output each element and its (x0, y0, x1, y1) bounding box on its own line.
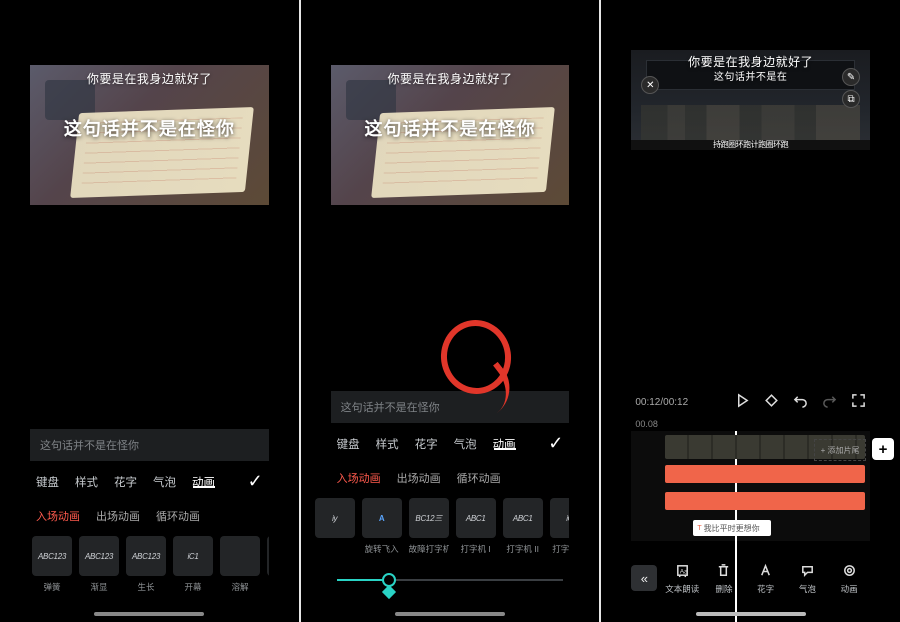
plus-icon[interactable]: + (872, 438, 894, 460)
text-input[interactable]: 这句话并不是在怪你 (30, 429, 269, 461)
caption-top: 你要是在我身边就好了 (331, 70, 570, 87)
keyframe-icon[interactable] (764, 393, 779, 411)
confirm-check-icon[interactable]: ✓ (548, 433, 563, 454)
subtab-in-anim[interactable]: 入场动画 (36, 508, 80, 524)
text-input[interactable]: 这句话并不是在怪你 (331, 391, 570, 423)
fullscreen-icon[interactable] (851, 393, 866, 411)
text-clip[interactable] (665, 465, 865, 483)
preset-item[interactable]: ABC卡拉OK (267, 536, 269, 593)
preset-list[interactable]: iy A旋转飞入 BC12三故障打字机 ABC1打字机 I ABC1打字机 II… (313, 494, 570, 559)
subtab-in-anim[interactable]: 入场动画 (337, 470, 381, 486)
tab-fancy-text[interactable]: 花字 (415, 436, 438, 452)
tab-fancy-text[interactable]: 花字 (114, 474, 137, 490)
preset-item[interactable]: 溶解 (220, 536, 260, 593)
tab-style[interactable]: 样式 (75, 474, 98, 490)
preset-item[interactable]: iy (315, 498, 355, 555)
home-indicator (696, 612, 806, 616)
video-preview[interactable]: 你要是在我身边就好了 这句话并不是在怪你 (30, 65, 269, 205)
text-clip-selected[interactable]: T 我比平时更想你 (693, 520, 771, 536)
subtab-out-anim[interactable]: 出场动画 (397, 470, 441, 486)
home-indicator (94, 612, 204, 616)
timeline[interactable]: + 添加片尾 + T 我比平时更想你 (631, 431, 870, 541)
caption-top: 你要是在我身边就好了 (30, 70, 269, 87)
duration-slider[interactable] (337, 567, 564, 597)
undo-icon[interactable] (793, 393, 808, 411)
tool-bubble[interactable]: 气泡 (787, 561, 829, 595)
preset-list[interactable]: ABC123弹簧 ABC123渐显 ABC123生长 iC1开幕 溶解 ABC卡… (30, 532, 269, 597)
marquee-strip: 持跑圈环跑计跑圈环跑 (631, 140, 870, 150)
tab-animation[interactable]: 动画 (192, 474, 215, 490)
preset-item[interactable]: ABC1打字机 I (456, 498, 496, 555)
tab-bubble[interactable]: 气泡 (454, 436, 477, 452)
preset-item[interactable]: ABC123弹簧 (32, 536, 72, 593)
add-tail-button[interactable]: + 添加片尾 (814, 439, 866, 461)
play-icon[interactable] (735, 393, 750, 411)
redo-icon[interactable] (822, 393, 837, 411)
tool-fancy-text[interactable]: 花字 (745, 561, 787, 595)
bottom-toolbar: « Aa 文本朗读 删除 花字 气泡 (631, 555, 870, 597)
preset-item[interactable]: ABC123生长 (126, 536, 166, 593)
video-preview[interactable]: 你要是在我身边就好了 这句话并不是在怪你 (331, 65, 570, 205)
subtab-out-anim[interactable]: 出场动画 (96, 508, 140, 524)
tool-read-aloud[interactable]: Aa 文本朗读 (661, 561, 703, 595)
subtab-loop-anim[interactable]: 循环动画 (156, 508, 200, 524)
preset-item[interactable]: A旋转飞入 (362, 498, 402, 555)
caption-main: 这句话并不是在怪你 (331, 115, 570, 141)
chevrons-left-icon[interactable]: « (631, 565, 657, 591)
tab-keyboard[interactable]: 键盘 (36, 474, 59, 490)
svg-text:Aa: Aa (679, 568, 687, 575)
preset-item[interactable]: ABC123渐显 (79, 536, 119, 593)
copy-icon[interactable]: ⧉ (842, 90, 860, 108)
caption-main: 这句话并不是在怪你 (30, 115, 269, 141)
time-display: 00:12/00:12 (635, 397, 688, 408)
caption-mid: 这句话并不是在 (631, 68, 870, 83)
home-indicator (395, 612, 505, 616)
preset-item[interactable]: BC12三故障打字机 (409, 498, 449, 555)
video-preview[interactable]: ✕ ✎ ⧉ 你要是在我身边就好了 这句话并不是在 持跑圈环跑计跑圈环跑 (631, 50, 870, 150)
tab-bubble[interactable]: 气泡 (153, 474, 176, 490)
text-clip[interactable] (665, 492, 865, 510)
preset-item[interactable]: iC1开幕 (173, 536, 213, 593)
ruler-tick: 00.08 (631, 417, 870, 431)
tab-keyboard[interactable]: 键盘 (337, 436, 360, 452)
preset-item[interactable]: ABC1打字机 II (503, 498, 543, 555)
tab-animation[interactable]: 动画 (493, 436, 516, 452)
tab-style[interactable]: 样式 (376, 436, 399, 452)
tool-animation[interactable]: 动画 (828, 561, 870, 595)
confirm-check-icon[interactable]: ✓ (248, 471, 263, 492)
preset-item[interactable]: iC打字机 III (550, 498, 570, 555)
subtab-loop-anim[interactable]: 循环动画 (457, 470, 501, 486)
tool-delete[interactable]: 删除 (703, 561, 745, 595)
